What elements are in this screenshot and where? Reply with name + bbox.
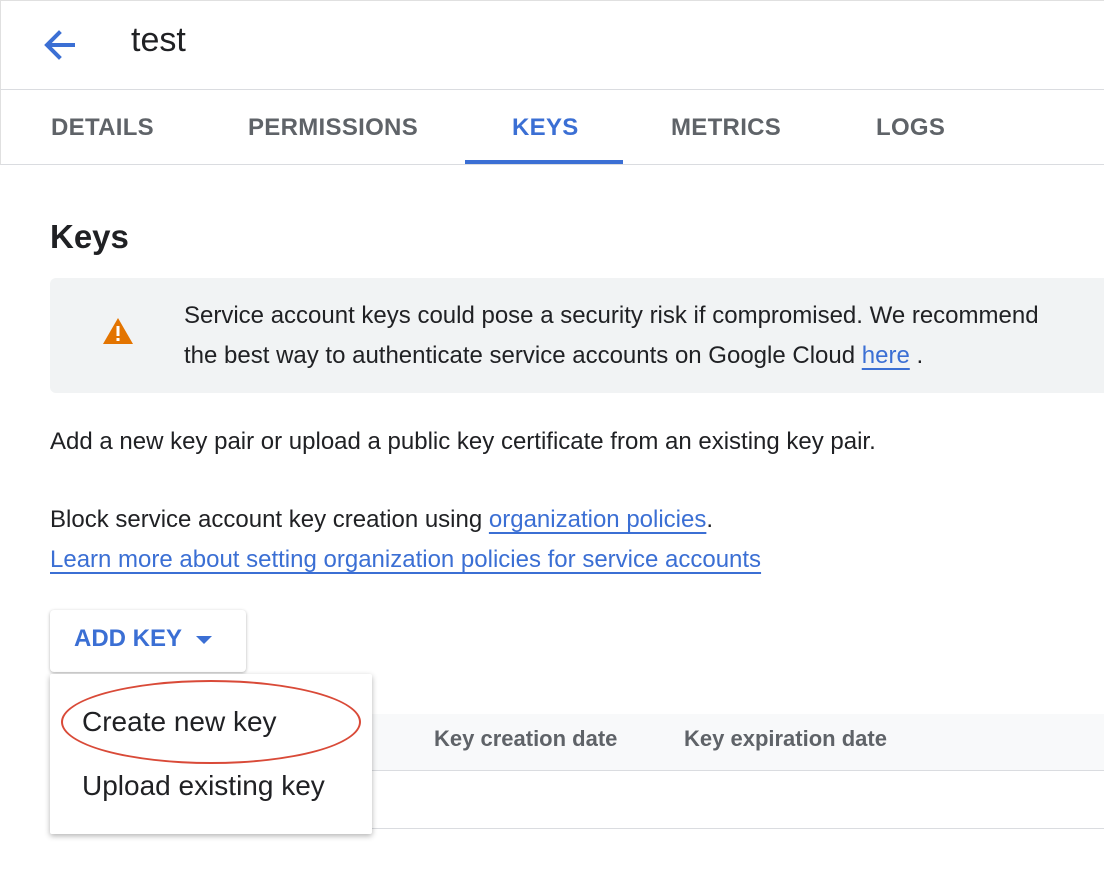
notice-suffix: .: [909, 342, 924, 369]
block-suffix: .: [706, 506, 714, 533]
column-key-expiration-date[interactable]: Key expiration date: [684, 726, 887, 752]
tab-details[interactable]: DETAILS: [51, 90, 154, 165]
tab-metrics[interactable]: METRICS: [671, 90, 781, 165]
menu-item-upload-existing-key[interactable]: Upload existing key: [82, 770, 325, 802]
arrow-back-icon[interactable]: [39, 25, 79, 65]
page-title: test: [131, 21, 186, 59]
warning-icon: [103, 318, 133, 344]
organization-policies-link[interactable]: organization policies: [489, 506, 706, 533]
notice-line-1: Service account keys could pose a securi…: [184, 302, 1039, 329]
menu-item-create-new-key[interactable]: Create new key: [82, 706, 277, 738]
learn-more-line: Learn more about setting organization po…: [50, 540, 761, 580]
top-bar: test: [0, 0, 1104, 90]
tab-bar: DETAILS PERMISSIONS KEYS METRICS LOGS: [0, 90, 1104, 165]
notice-line-2: the best way to authenticate service acc…: [184, 336, 1104, 376]
add-key-button[interactable]: ADD KEY: [50, 610, 246, 672]
notice-text: Service account keys could pose a securi…: [184, 296, 1104, 376]
section-title: Keys: [50, 218, 129, 255]
column-key-creation-date[interactable]: Key creation date: [434, 726, 617, 752]
policy-text: Block service account key creation using…: [50, 500, 761, 580]
block-line: Block service account key creation using…: [50, 500, 761, 540]
notice-line-2-text: the best way to authenticate service acc…: [184, 342, 862, 369]
caret-down-icon: [196, 636, 212, 644]
active-tab-indicator: [465, 160, 623, 164]
add-key-label: ADD KEY: [74, 625, 183, 652]
intro-text: Add a new key pair or upload a public ke…: [50, 428, 876, 455]
add-key-menu: Create new key Upload existing key: [50, 674, 372, 834]
tab-permissions[interactable]: PERMISSIONS: [248, 90, 418, 165]
tab-keys[interactable]: KEYS: [512, 90, 579, 165]
learn-more-link[interactable]: Learn more about setting organization po…: [50, 546, 761, 573]
tab-logs[interactable]: LOGS: [876, 90, 945, 165]
notice-here-link[interactable]: here: [862, 342, 910, 369]
block-text: Block service account key creation using: [50, 506, 489, 533]
